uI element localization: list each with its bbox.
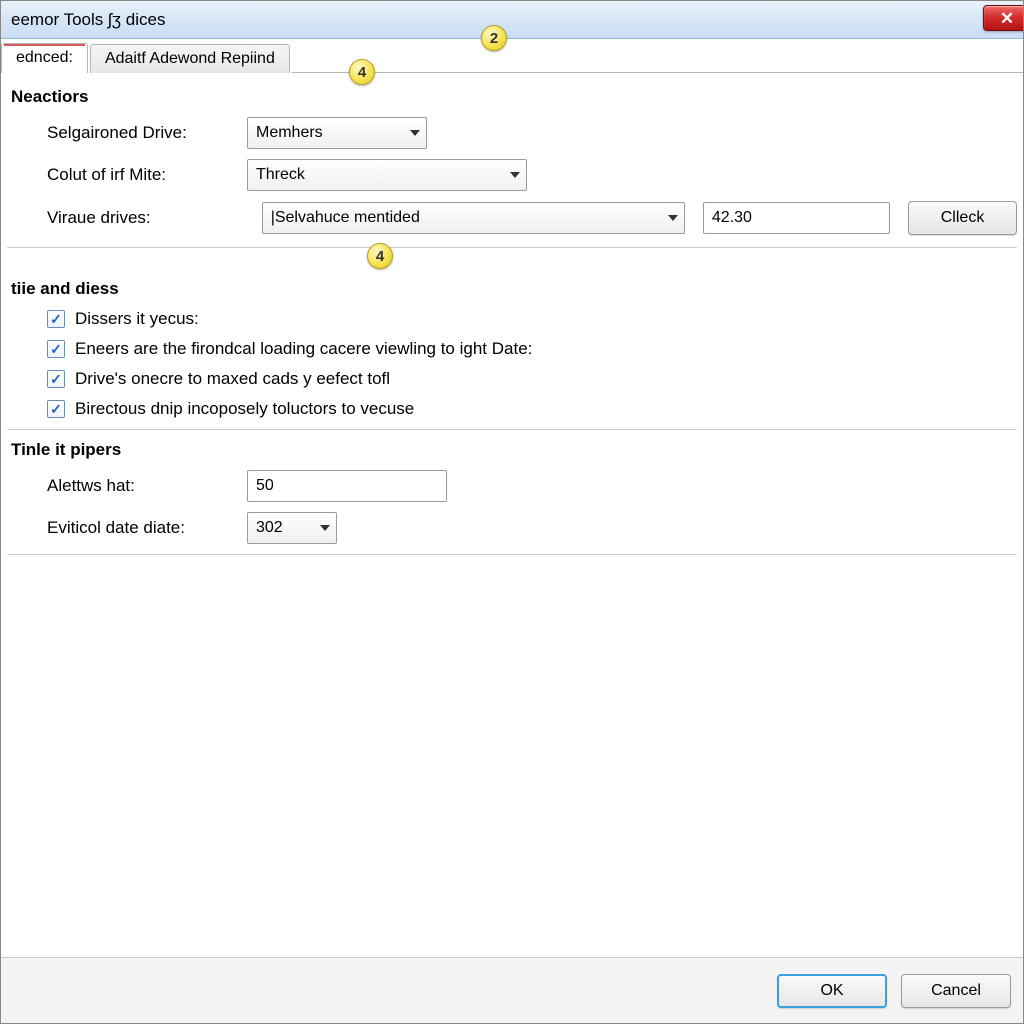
checkbox-eneers[interactable]: ✓ [47, 340, 65, 358]
section-tinle-title: Tinle it pipers [11, 440, 1017, 460]
checkbox-dissers[interactable]: ✓ [47, 310, 65, 328]
check-label: Dissers it yecus: [75, 309, 199, 329]
row-selgaironed-drive: Selgaironed Drive: Memhers [7, 117, 1017, 149]
ok-button[interactable]: OK [777, 974, 887, 1008]
window-title: eemor Tools ʃʒ dices [11, 10, 1017, 30]
close-icon: ✕ [1000, 10, 1014, 27]
tab-strip: ednced: Adaitf Adewond Repiind [1, 39, 1023, 73]
chevron-down-icon [510, 172, 520, 178]
select-eviticol[interactable]: 302 [247, 512, 337, 544]
callout-badge: 2 [481, 25, 507, 51]
label-alettws: Alettws hat: [7, 476, 247, 496]
check-row-1: ✓ Eneers are the firondcal loading cacer… [47, 339, 1017, 359]
row-alettws: Alettws hat: 50 [7, 470, 1017, 502]
callout-badge: 4 [349, 59, 375, 85]
checkbox-birectous[interactable]: ✓ [47, 400, 65, 418]
chevron-down-icon [410, 130, 420, 136]
checkbox-drives[interactable]: ✓ [47, 370, 65, 388]
tab-adaitf[interactable]: Adaitf Adewond Repiind [90, 44, 290, 74]
row-colut: Colut of irf Mite: Threck [7, 159, 1017, 191]
check-row-2: ✓ Drive's onecre to maxed cads y eefect … [47, 369, 1017, 389]
check-row-3: ✓ Birectous dnip incoposely toluctors to… [47, 399, 1017, 419]
row-eviticol: Eviticol date diate: 302 [7, 512, 1017, 544]
select-viraue[interactable]: |Selvahuce mentided [262, 202, 685, 234]
titlebar: eemor Tools ʃʒ dices ✕ [1, 1, 1023, 39]
tab-ednced[interactable]: ednced: [1, 43, 88, 74]
chevron-down-icon [320, 525, 330, 531]
content-area: Neactiors Selgaironed Drive: Memhers Col… [1, 73, 1023, 951]
row-viraue: Viraue drives: |Selvahuce mentided 42.30… [7, 201, 1017, 235]
close-button[interactable]: ✕ [983, 5, 1024, 31]
select-selgaironed-drive[interactable]: Memhers [247, 117, 427, 149]
section-neactiors-title: Neactiors [11, 87, 1017, 107]
callout-badge: 4 [367, 243, 393, 269]
check-label: Drive's onecre to maxed cads y eefect to… [75, 369, 390, 389]
dialog-footer: OK Cancel [1, 957, 1023, 1023]
label-viraue: Viraue drives: [7, 208, 244, 228]
label-selgaironed-drive: Selgaironed Drive: [7, 123, 247, 143]
check-label: Eneers are the firondcal loading cacere … [75, 339, 532, 359]
label-colut: Colut of irf Mite: [7, 165, 247, 185]
chevron-down-icon [668, 215, 678, 221]
clleck-button[interactable]: Clleck [908, 201, 1017, 235]
cancel-button[interactable]: Cancel [901, 974, 1011, 1008]
input-alettws[interactable]: 50 [247, 470, 447, 502]
section-tiie-title: tiie and diess [11, 279, 1017, 299]
check-row-0: ✓ Dissers it yecus: [47, 309, 1017, 329]
label-eviticol: Eviticol date diate: [7, 518, 247, 538]
input-viraue-number[interactable]: 42.30 [703, 202, 890, 234]
check-label: Birectous dnip incoposely toluctors to v… [75, 399, 414, 419]
dialog-window: eemor Tools ʃʒ dices ✕ 2 ednced: Adaitf … [0, 0, 1024, 1024]
select-colut[interactable]: Threck [247, 159, 527, 191]
